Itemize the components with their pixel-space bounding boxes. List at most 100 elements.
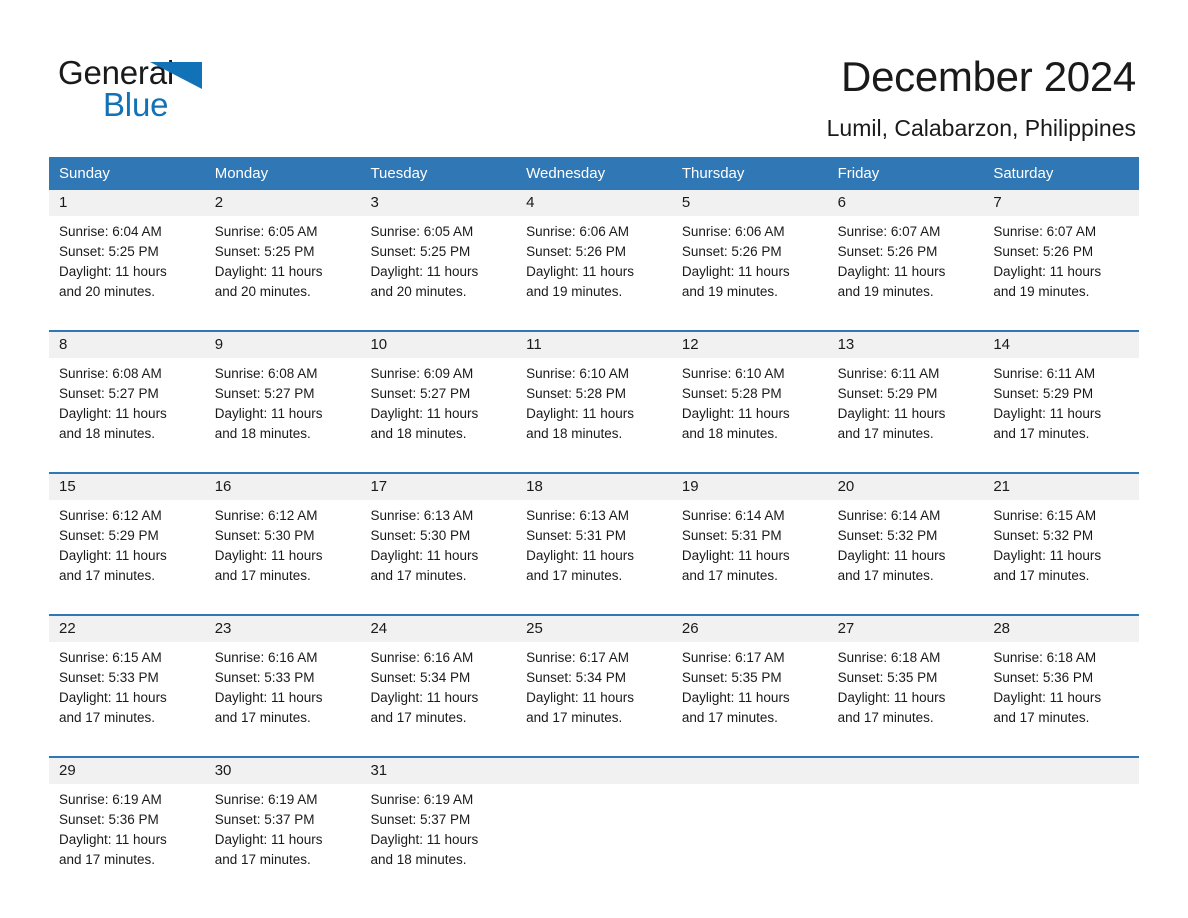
day-number[interactable]: 13 [828,332,984,358]
day-sunrise-text: Sunrise: 6:17 AM [526,650,629,665]
day-cell: Sunrise: 6:18 AM Sunset: 5:36 PM Daylight:… [983,648,1139,728]
day-number[interactable]: 12 [672,332,828,358]
day-number[interactable]: 9 [205,332,361,358]
day-daylight-line2-text: and 17 minutes. [59,568,156,583]
day-number[interactable]: 8 [49,332,205,358]
day-number[interactable]: 14 [983,332,1139,358]
day-number[interactable]: 24 [360,616,516,642]
day-detail-band: Sunrise: 6:04 AM Sunset: 5:25 PM Daylight:… [49,216,1139,302]
day-cell: Sunrise: 6:15 AM Sunset: 5:33 PM Daylight:… [49,648,205,728]
day-daylight-line1-text: Daylight: 11 hours [526,406,634,421]
day-sunset-text: Sunset: 5:26 PM [526,244,626,259]
day-sunset-text: Sunset: 5:29 PM [59,528,159,543]
day-number[interactable]: 31 [360,758,516,784]
week-row: 1 2 3 4 5 6 7 Sunrise: 6:04 AM Sunset: 5:25 PM Da… [49,190,1139,302]
day-sunset-text: Sunset: 5:35 PM [681,670,782,685]
day-cell: Sunrise: 6:15 AM Sunset: 5:32 PM Daylight:… [983,506,1139,586]
day-number[interactable]: 1 [49,190,205,216]
day-daylight-line2-text: and 17 minutes. [370,710,467,725]
day-number[interactable]: 15 [49,474,205,500]
day-sunset-text: Sunset: 5:31 PM [681,528,782,543]
day-sunset-text: Sunset: 5:27 PM [214,386,315,401]
day-daylight-line1-text: Daylight: 11 hours [993,690,1102,705]
day-number[interactable]: 29 [49,758,205,784]
day-number[interactable]: 7 [983,190,1139,216]
day-number-empty [672,758,828,784]
day-daylight-line2-text: and 17 minutes. [837,426,934,441]
title-block: December 2024 Lumil, Calabarzon, Philipp… [436,52,1137,142]
weekday-header-wednesday: Wednesday [526,165,606,182]
calendar-page: General Blue December 2024 Lumil, Calaba… [0,0,1188,918]
day-daylight-line1-text: Daylight: 11 hours [993,406,1102,421]
day-cell: Sunrise: 6:17 AM Sunset: 5:34 PM Daylight:… [516,648,672,728]
day-daylight-line1-text: Daylight: 11 hours [59,690,167,705]
day-detail-band: Sunrise: 6:15 AM Sunset: 5:33 PM Daylight:… [49,642,1139,728]
day-daylight-line1-text: Daylight: 11 hours [214,548,323,563]
day-cell: Sunrise: 6:05 AM Sunset: 5:25 PM Daylight:… [360,222,516,302]
day-number[interactable]: 27 [828,616,984,642]
day-sunset-text: Sunset: 5:30 PM [214,528,315,543]
day-daylight-line1-text: Daylight: 11 hours [681,406,790,421]
page-header: General Blue December 2024 Lumil, Calaba… [0,0,1188,150]
day-number-empty [516,758,672,784]
day-number[interactable]: 6 [828,190,984,216]
calendar-weeks: 1 2 3 4 5 6 7 Sunrise: 6:04 AM Sunset: 5:25 PM Da… [49,190,1139,870]
day-number[interactable]: 2 [205,190,361,216]
day-sunrise-text: Sunrise: 6:18 AM [993,650,1097,665]
day-number[interactable]: 4 [516,190,672,216]
weekday-header-monday: Monday [214,165,269,182]
day-sunset-text: Sunset: 5:28 PM [526,386,626,401]
day-number[interactable]: 21 [983,474,1139,500]
day-daylight-line1-text: Daylight: 11 hours [59,832,167,847]
date-number-band: 1234567 [49,190,1139,216]
day-cell-empty [828,790,984,870]
day-number[interactable]: 25 [516,616,672,642]
weekday-header-sunday: Sunday [59,165,110,182]
day-sunrise-text: Sunrise: 6:05 AM [214,224,318,239]
day-sunrise-text: Sunrise: 6:04 AM [59,224,162,239]
day-detail-band: Sunrise: 6:08 AM Sunset: 5:27 PM Daylight:… [49,358,1139,444]
day-number[interactable]: 5 [672,190,828,216]
day-cell: Sunrise: 6:13 AM Sunset: 5:30 PM Daylight:… [360,506,516,586]
day-number[interactable]: 10 [360,332,516,358]
day-daylight-line1-text: Daylight: 11 hours [370,264,479,279]
day-sunset-text: Sunset: 5:30 PM [370,528,471,543]
day-daylight-line2-text: and 17 minutes. [214,710,311,725]
day-number-empty [828,758,984,784]
day-number[interactable]: 11 [516,332,672,358]
day-daylight-line1-text: Daylight: 11 hours [214,264,323,279]
day-sunset-text: Sunset: 5:37 PM [214,812,315,827]
weekday-header-saturday: Saturday [993,165,1054,182]
day-detail-band: Sunrise: 6:19 AM Sunset: 5:36 PM Daylight:… [49,784,1139,870]
day-daylight-line1-text: Daylight: 11 hours [837,548,946,563]
day-daylight-line1-text: Daylight: 11 hours [214,832,323,847]
day-cell: Sunrise: 6:19 AM Sunset: 5:37 PM Daylight:… [205,790,361,870]
day-sunset-text: Sunset: 5:26 PM [681,244,782,259]
day-number[interactable]: 16 [205,474,361,500]
day-number[interactable]: 20 [828,474,984,500]
day-number[interactable]: 28 [983,616,1139,642]
day-daylight-line2-text: and 17 minutes. [526,710,623,725]
day-cell: Sunrise: 6:18 AM Sunset: 5:35 PM Daylight:… [828,648,984,728]
day-sunrise-text: Sunrise: 6:10 AM [526,366,629,381]
day-number[interactable]: 22 [49,616,205,642]
weekday-header-tuesday: Tuesday [370,165,428,182]
day-cell: Sunrise: 6:11 AM Sunset: 5:29 PM Daylight:… [983,364,1139,444]
day-number[interactable]: 23 [205,616,361,642]
day-number[interactable]: 19 [672,474,828,500]
general-blue-logo[interactable]: General Blue [58,55,248,125]
day-sunrise-text: Sunrise: 6:13 AM [370,508,474,523]
day-number[interactable]: 17 [360,474,516,500]
day-sunset-text: Sunset: 5:27 PM [370,386,471,401]
day-cell: Sunrise: 6:16 AM Sunset: 5:33 PM Daylight:… [205,648,361,728]
day-number[interactable]: 3 [360,190,516,216]
day-sunrise-text: Sunrise: 6:11 AM [837,366,940,381]
day-number[interactable]: 18 [516,474,672,500]
day-number[interactable]: 30 [205,758,361,784]
day-sunset-text: Sunset: 5:25 PM [214,244,315,259]
date-number-band: 29 30 31 [49,758,1139,784]
day-sunset-text: Sunset: 5:32 PM [993,528,1094,543]
logo-text-blue: Blue [103,86,169,123]
day-number[interactable]: 26 [672,616,828,642]
week-row: 22 23 24 25 26 27 28 Sunrise: 6:15 AM Sunset: 5:… [49,614,1139,728]
